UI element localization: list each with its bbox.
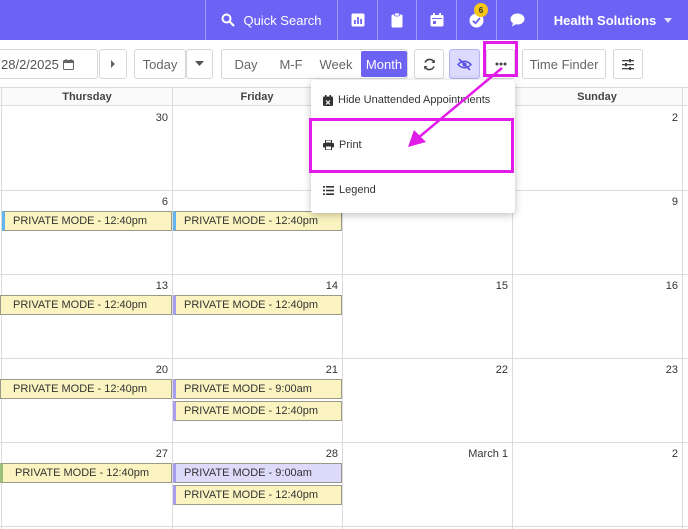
today-button[interactable]: Today	[134, 49, 186, 79]
menu-item-label: Legend	[339, 184, 376, 196]
quick-search-button[interactable]: Quick Search	[205, 0, 337, 40]
appointment[interactable]: PRIVATE MODE - 12:40pm	[0, 379, 172, 399]
header-sunday: Sunday	[577, 91, 617, 103]
day-number[interactable]: March 1	[440, 448, 508, 460]
appointment[interactable]: PRIVATE MODE - 12:40pm	[2, 211, 172, 231]
appointment[interactable]: PRIVATE MODE - 12:40pm	[173, 485, 342, 505]
next-period-button[interactable]	[99, 49, 127, 79]
day-number[interactable]: 23	[630, 364, 678, 376]
calendar-nav-button[interactable]	[416, 0, 456, 40]
day-number[interactable]: 30	[120, 112, 168, 124]
chat-icon	[510, 13, 524, 27]
date-picker[interactable]: 28/2/2025	[0, 49, 98, 79]
calendar-x-icon	[323, 94, 333, 106]
day-number[interactable]: 21	[290, 364, 338, 376]
sliders-icon	[622, 58, 634, 70]
view-mf-button[interactable]: M-F	[270, 50, 312, 78]
menu-item-legend[interactable]: Legend	[323, 184, 376, 196]
eye-off-icon	[457, 57, 472, 71]
messages-button[interactable]	[496, 0, 537, 40]
hide-button[interactable]	[449, 49, 480, 79]
appointment[interactable]: PRIVATE MODE - 9:00am	[173, 379, 342, 399]
appointment[interactable]: PRIVATE MODE - 12:40pm	[0, 295, 172, 315]
grid-line	[0, 442, 688, 443]
day-number[interactable]: 20	[120, 364, 168, 376]
time-finder-button[interactable]: Time Finder	[522, 49, 606, 79]
day-number[interactable]: 28	[290, 448, 338, 460]
filter-settings-button[interactable]	[613, 49, 643, 79]
appointment[interactable]: PRIVATE MODE - 12:40pm	[173, 211, 342, 231]
notification-badge: 6	[474, 3, 488, 17]
search-icon	[221, 13, 236, 27]
view-month-button[interactable]: Month	[361, 51, 407, 77]
more-button-highlight	[483, 41, 518, 77]
appointment[interactable]: PRIVATE MODE - 12:40pm	[173, 401, 342, 421]
tasks-button[interactable]	[377, 0, 416, 40]
day-number[interactable]: 27	[120, 448, 168, 460]
day-number[interactable]: 9	[630, 196, 678, 208]
today-options-button[interactable]	[186, 49, 213, 79]
day-number[interactable]: 16	[630, 280, 678, 292]
day-number[interactable]: 6	[120, 196, 168, 208]
list-icon	[323, 185, 334, 195]
calendar-icon	[430, 13, 443, 27]
clipboard-icon	[391, 12, 403, 27]
chevron-right-icon	[111, 60, 115, 68]
grid-line	[682, 87, 683, 529]
view-week-button[interactable]: Week	[312, 50, 360, 78]
organization-menu[interactable]: Health Solutions	[537, 0, 688, 40]
calendar-small-icon	[62, 58, 74, 70]
day-number[interactable]: 14	[290, 280, 338, 292]
view-switcher: Day M-F Week Month	[221, 49, 408, 79]
appointment[interactable]: PRIVATE MODE - 12:40pm	[0, 463, 172, 483]
refresh-button[interactable]	[414, 49, 444, 79]
menu-item-hide-unattended[interactable]: Hide Unattended Appointments	[323, 94, 490, 106]
view-day-button[interactable]: Day	[222, 50, 270, 78]
app-root: Quick Search Health Solutions 6 28/2/202…	[0, 0, 688, 529]
menu-item-label: Hide Unattended Appointments	[338, 94, 491, 106]
chart-icon	[351, 13, 364, 27]
appointment[interactable]: PRIVATE MODE - 12:40pm	[173, 295, 342, 315]
day-number[interactable]: 22	[460, 364, 508, 376]
reports-button[interactable]	[337, 0, 377, 40]
day-number[interactable]: 2	[630, 112, 678, 124]
day-number[interactable]: 15	[460, 280, 508, 292]
day-number[interactable]: 13	[120, 280, 168, 292]
day-number[interactable]: 2	[630, 448, 678, 460]
quick-search-label: Quick Search	[243, 12, 322, 28]
refresh-icon	[423, 58, 435, 70]
grid-line	[0, 274, 688, 275]
date-value: 28/2/2025	[1, 56, 59, 72]
caret-down-icon	[195, 61, 204, 66]
print-highlight	[309, 118, 514, 173]
grid-line	[0, 526, 688, 527]
header-thursday: Thursday	[62, 91, 112, 103]
caret-down-icon	[664, 17, 673, 23]
appointment[interactable]: PRIVATE MODE - 9:00am	[173, 463, 342, 483]
grid-line	[0, 358, 688, 359]
top-navbar: Quick Search Health Solutions 6	[0, 0, 688, 40]
organization-name: Health Solutions	[553, 12, 657, 28]
